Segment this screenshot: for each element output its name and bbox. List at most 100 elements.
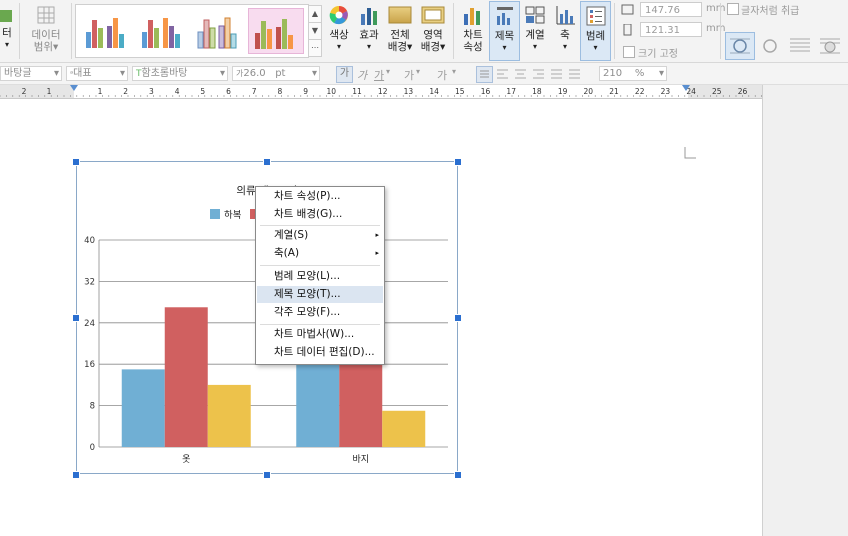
ruler-label: 18 (532, 87, 542, 96)
resize-handle-n[interactable] (263, 158, 271, 166)
context-menu-item[interactable]: 각주 모양(F)... (257, 304, 383, 321)
chart-style-3[interactable] (192, 8, 246, 52)
legend-icon (586, 6, 605, 26)
bar-하복-옷[interactable] (121, 369, 165, 447)
italic-button[interactable]: 가 (357, 67, 367, 83)
bar-동복-옷[interactable] (164, 307, 208, 447)
width-input[interactable]: 147.76 (640, 2, 702, 17)
bar-chart-preview-icon (86, 18, 124, 48)
context-menu-item[interactable]: 차트 배경(G)... (257, 206, 383, 223)
superscript-button[interactable]: 가 (437, 67, 447, 83)
dropdown-arrow-icon: ▾ (366, 42, 371, 51)
chart-style-4-selected[interactable] (248, 8, 304, 54)
bar-series3-바지[interactable] (382, 410, 426, 447)
align-justify-button[interactable] (476, 66, 493, 83)
font-size-input[interactable]: 가26.0 pt ▾ (232, 66, 320, 81)
vertical-scrollbar-area[interactable] (762, 85, 848, 536)
context-menu-item[interactable]: 차트 속성(P)... (257, 188, 383, 205)
wrap-front-text-icon (820, 38, 840, 54)
bold-button[interactable]: 가 (336, 66, 353, 83)
context-menu-item[interactable]: 차트 마법사(W)... (257, 326, 383, 343)
treat-as-char-checkbox[interactable] (727, 3, 739, 15)
align-divide-icon[interactable] (569, 69, 581, 79)
context-menu-item[interactable]: 제목 모양(T)... (257, 286, 383, 303)
height-icon (623, 24, 632, 36)
ruler-label: 12 (378, 87, 388, 96)
axis-button[interactable]: 축 ▾ (551, 4, 579, 58)
horizontal-ruler[interactable]: 2 1 1 2 3 4 5 6 7 8 9 10 11 12 13 14 15 16 17 18 19 20 21 22 23 2… (0, 85, 762, 99)
data-table-icon (37, 6, 55, 24)
bar-series3-옷[interactable] (207, 384, 251, 447)
superscript-dropdown-icon[interactable]: ▾ (452, 67, 456, 76)
cut-off-label: 터 (2, 27, 12, 39)
underline-button[interactable]: 가 (374, 67, 384, 83)
series-button[interactable]: 계열 ▾ (520, 4, 550, 58)
context-menu-item[interactable]: 범례 모양(L)... (257, 268, 383, 285)
gallery-scroll-up[interactable]: ▲ (308, 5, 322, 23)
height-unit: mm (706, 23, 726, 34)
wrap-front-text-button[interactable] (817, 33, 843, 59)
chart-style-2[interactable] (136, 8, 190, 52)
ruler-label: 9 (303, 87, 308, 96)
strike-dropdown-icon[interactable]: ▾ (416, 67, 420, 76)
chart-style-1[interactable] (80, 8, 134, 52)
strike-button[interactable]: 가 (404, 67, 414, 83)
chart-properties-button[interactable]: 차트 속성 (458, 4, 488, 58)
data-range-button[interactable]: 데이터 범위▾ (24, 4, 68, 58)
align-center-icon[interactable] (515, 69, 527, 79)
font-name-select[interactable]: T함초롬바탕 ▾ (132, 66, 228, 81)
width-unit: mm (706, 3, 726, 14)
bar-하복-바지[interactable] (296, 353, 340, 447)
menu-item-label: 차트 속성(P)... (274, 190, 341, 202)
resize-handle-ne[interactable] (454, 158, 462, 166)
align-distribute-icon[interactable] (551, 69, 563, 79)
resize-handle-sw[interactable] (72, 471, 80, 479)
resize-handle-nw[interactable] (72, 158, 80, 166)
cut-off-ribbon-button[interactable]: 터 ▾ (0, 4, 14, 58)
wrap-top-bottom-button[interactable] (757, 33, 783, 59)
wrap-square-button[interactable] (725, 32, 755, 60)
legend-swatch (210, 209, 220, 219)
submenu-arrow-icon: ▸ (375, 231, 379, 239)
resize-handle-s[interactable] (263, 471, 271, 479)
fix-size-checkbox[interactable] (623, 46, 635, 58)
zoom-select[interactable]: 210 % ▾ (599, 66, 667, 81)
gallery-more[interactable]: ⋯ (308, 39, 322, 57)
ruler-label: 1 (98, 87, 103, 96)
chart-context-menu: 차트 속성(P)... 차트 배경(G)... 계열(S) ▸ 축(A) ▸ 범례 모양(L… (255, 186, 385, 365)
ruler-label: 23 (661, 87, 671, 96)
align-left-icon[interactable] (497, 69, 509, 79)
area-bg-label-2: 배경▾ (420, 41, 446, 53)
effect-button[interactable]: 효과 ▾ (355, 4, 383, 58)
legend-toggle[interactable]: 범례 ▾ (580, 1, 611, 61)
effect-label: 효과 (359, 29, 379, 41)
series-label: 계열 (525, 29, 545, 41)
underline-dropdown-icon[interactable]: ▾ (386, 67, 390, 76)
context-menu-item[interactable]: 축(A) ▸ (257, 245, 383, 262)
effect-bars-icon (361, 8, 377, 25)
full-background-button[interactable]: 전체 배경▾ (385, 4, 415, 58)
ruler-label: 20 (584, 87, 594, 96)
title-toggle[interactable]: 제목 ▾ (489, 1, 520, 61)
area-background-button[interactable]: 영역 배경▾ (418, 4, 448, 58)
gallery-scroll-down[interactable]: ▼ (308, 22, 322, 40)
style-select[interactable]: 바탕글 ▾ (0, 66, 62, 81)
ruler-label: 16 (481, 87, 491, 96)
font-lang-select[interactable]: ᵃ대표 ▾ (66, 66, 128, 81)
wrap-behind-text-button[interactable] (787, 33, 813, 59)
chart-props-label: 차트 (463, 29, 483, 41)
resize-handle-w[interactable] (72, 314, 80, 322)
menu-item-label: 제목 모양(T)... (274, 288, 341, 300)
ruler-label: 26 (738, 87, 748, 96)
background-gold-icon (388, 6, 412, 24)
context-menu-item[interactable]: 차트 데이터 편집(D)... (257, 344, 383, 361)
ruler-label: 24 (686, 87, 696, 96)
align-right-icon[interactable] (533, 69, 545, 79)
full-bg-label: 전체 (390, 29, 410, 41)
height-input[interactable]: 121.31 (640, 22, 702, 37)
color-button[interactable]: 색상 ▾ (324, 4, 354, 58)
chart-style-gallery[interactable] (75, 4, 309, 58)
resize-handle-se[interactable] (454, 471, 462, 479)
resize-handle-e[interactable] (454, 314, 462, 322)
context-menu-item[interactable]: 계열(S) ▸ (257, 227, 383, 244)
